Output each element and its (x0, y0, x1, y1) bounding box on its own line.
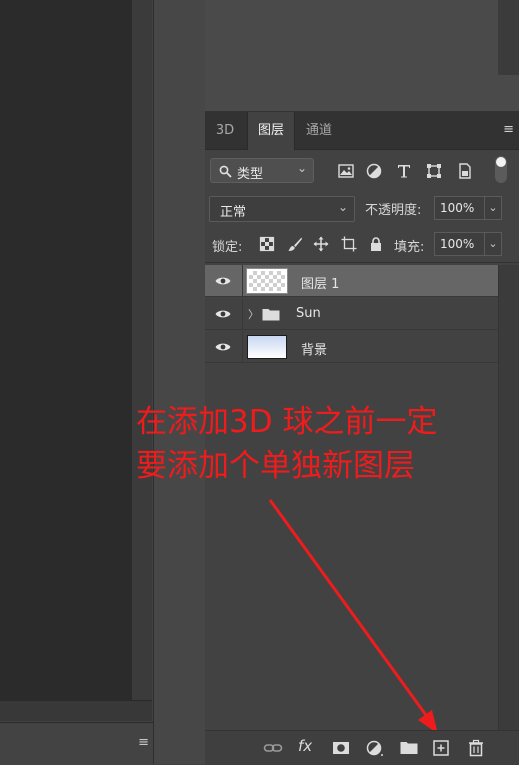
adjustment-layer-icon[interactable] (365, 739, 385, 757)
annotation-arrow (268, 499, 438, 734)
add-mask-icon[interactable] (331, 739, 351, 757)
delete-layer-icon[interactable] (466, 739, 486, 757)
link-layers-icon[interactable] (263, 739, 283, 757)
fx-icon[interactable]: fx (298, 737, 312, 755)
new-layer-icon[interactable] (431, 739, 451, 757)
new-group-icon[interactable] (399, 739, 419, 757)
layers-panel-footer: fx (205, 730, 519, 765)
